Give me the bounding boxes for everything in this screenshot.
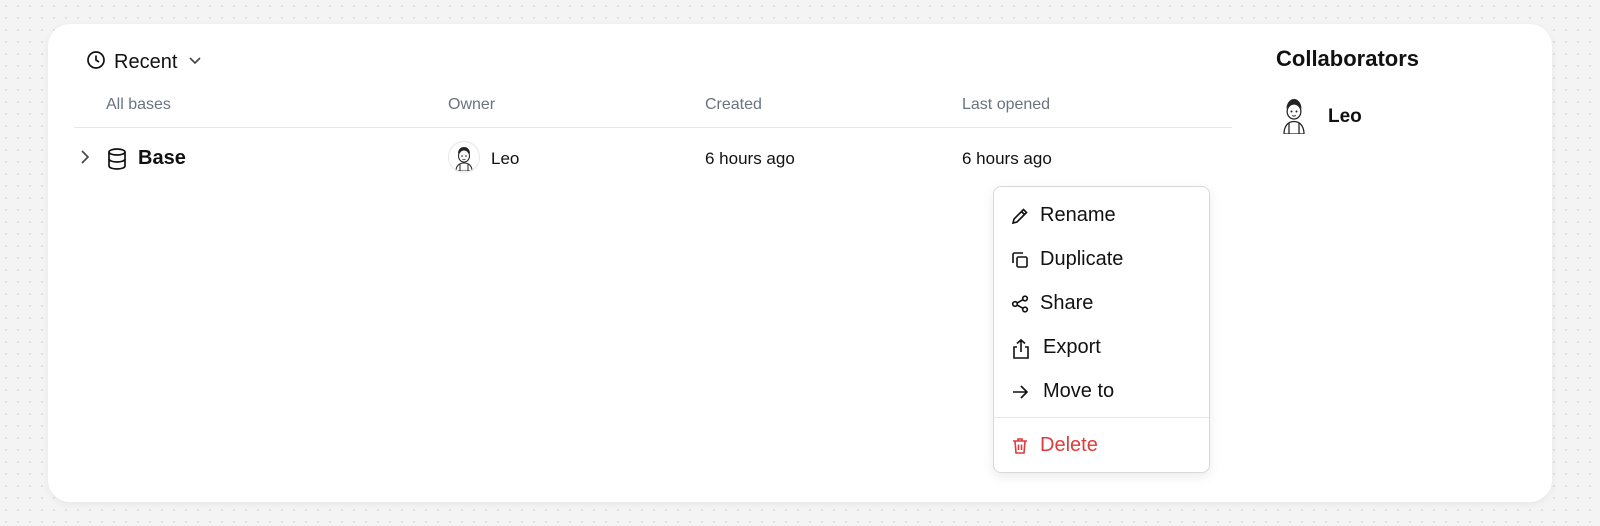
table-row[interactable]: Base Leo 6 hours ago 6 hours ago [48,136,1232,180]
collaborator-name: Leo [1328,105,1362,127]
menu-separator [994,417,1209,418]
expand-chevron-icon[interactable] [78,148,92,171]
database-icon [106,147,128,176]
menu-item-label: Share [1040,292,1094,314]
trash-icon [1010,436,1030,456]
context-menu: Rename Duplicate Share Export Move to De… [993,186,1210,473]
menu-item-label: Export [1043,336,1101,358]
menu-item-rename[interactable]: Rename [994,197,1209,233]
menu-item-duplicate[interactable]: Duplicate [994,241,1209,277]
clock-icon [86,50,106,75]
menu-item-label: Move to [1043,380,1115,402]
recent-filter-dropdown[interactable]: Recent [86,50,203,74]
menu-item-label: Delete [1040,434,1098,456]
pencil-icon [1010,206,1030,226]
menu-item-export[interactable]: Export [994,329,1209,365]
menu-item-move-to[interactable]: Move to [994,373,1209,409]
menu-item-label: Duplicate [1040,248,1124,270]
menu-item-share[interactable]: Share [994,285,1209,321]
collaborator-item[interactable]: Leo [1276,94,1362,139]
column-header-last-opened[interactable]: Last opened [962,96,1050,114]
column-header-all-bases[interactable]: All bases [106,96,171,114]
export-icon [1010,338,1030,359]
column-header-created[interactable]: Created [705,96,762,114]
collaborators-title: Collaborators [1276,46,1420,71]
collaborator-avatar [1276,94,1312,139]
owner-avatar [448,141,480,173]
menu-item-delete[interactable]: Delete [994,427,1209,463]
chevron-down-icon [187,52,203,73]
created-time: 6 hours ago [705,149,795,168]
column-header-owner[interactable]: Owner [448,96,495,114]
copy-icon [1010,250,1030,270]
recent-filter-label: Recent [114,50,178,73]
bases-card: Recent All bases Owner Created Last open… [48,24,1552,502]
table-header: All bases Owner Created Last opened [48,96,1232,116]
share-icon [1010,294,1030,314]
owner-name: Leo [491,149,520,168]
arrow-right-icon [1010,382,1030,402]
last-opened-time: 6 hours ago [962,149,1052,168]
base-name[interactable]: Base [138,147,186,170]
menu-item-label: Rename [1040,204,1116,226]
header-divider [74,127,1232,128]
